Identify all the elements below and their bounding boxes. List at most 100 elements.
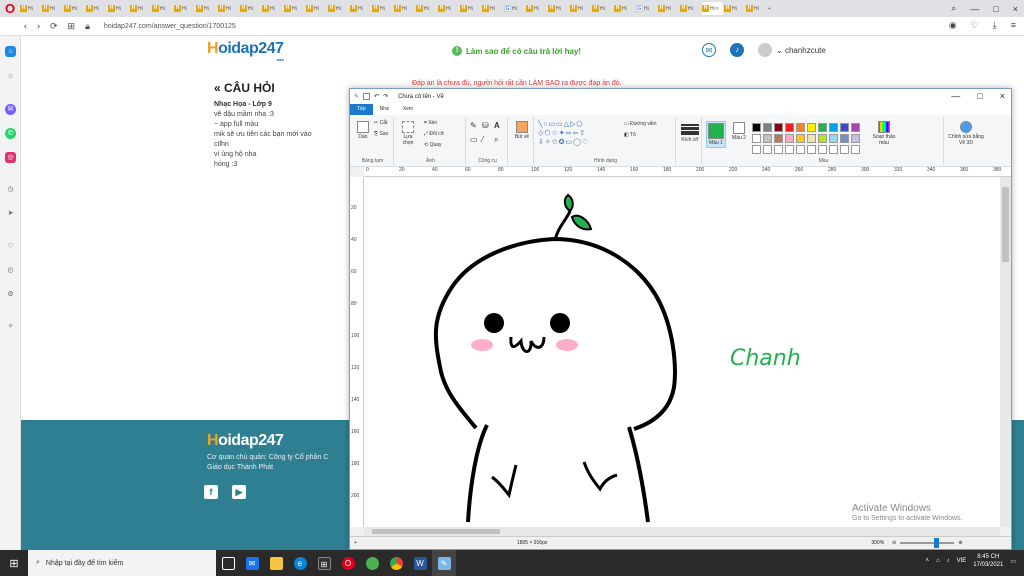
store-icon[interactable]: ⊞ — [312, 550, 336, 576]
empty-color-swatch[interactable] — [763, 145, 772, 154]
username[interactable]: ⌄ chanhzcute — [776, 46, 826, 55]
paste-button[interactable]: Dán — [356, 121, 370, 140]
color-swatch[interactable] — [785, 134, 794, 143]
send-icon[interactable]: ➤ — [5, 208, 16, 219]
zoom-out-icon[interactable]: ⊖ — [892, 540, 896, 546]
browser-tab[interactable]: G Hi — [636, 2, 657, 15]
bell-icon[interactable]: ♪ — [730, 43, 744, 57]
color-swatch[interactable] — [796, 134, 805, 143]
color-swatch[interactable] — [829, 134, 838, 143]
browser-tab[interactable]: H Hi — [108, 2, 129, 15]
browser-tab-active[interactable]: H Hi × — [702, 2, 723, 15]
coccoc-icon[interactable] — [360, 550, 384, 576]
browser-tab[interactable]: H Hi — [482, 2, 503, 15]
fill-bucket-icon[interactable]: ⛁ — [482, 121, 489, 130]
chat-icon[interactable]: ✉ — [702, 43, 716, 57]
empty-color-swatch[interactable] — [796, 145, 805, 154]
settings-icon[interactable]: ⚙ — [5, 289, 16, 300]
edge-icon[interactable]: e — [288, 550, 312, 576]
browser-tab[interactable]: H Hi — [372, 2, 393, 15]
zoom-slider-thumb[interactable] — [934, 538, 940, 548]
color-swatch[interactable] — [851, 123, 860, 132]
rotate-button[interactable]: ⟲ Quay — [424, 142, 442, 148]
close-button[interactable]: × — [1013, 4, 1018, 14]
heart-icon[interactable]: ♡ — [5, 241, 16, 252]
empty-color-swatch[interactable] — [774, 145, 783, 154]
brush-button[interactable]: Bút vẽ — [514, 121, 530, 140]
color-swatch[interactable] — [807, 134, 816, 143]
color-swatch[interactable] — [774, 123, 783, 132]
color-swatch[interactable] — [752, 134, 761, 143]
tab-home[interactable]: Nhà — [373, 104, 396, 115]
resize-button[interactable]: ⤢ Đổi cỡ — [424, 131, 444, 137]
picker-icon[interactable]: ⁄ — [482, 135, 483, 144]
zoom-in-icon[interactable]: ⊕ — [958, 540, 962, 546]
color-swatch[interactable] — [774, 134, 783, 143]
browser-tab[interactable]: H Hi — [548, 2, 569, 15]
browser-tab[interactable]: H Hi — [350, 2, 371, 15]
outline-button[interactable]: ▭ Đường viền — [624, 121, 657, 127]
heart-icon[interactable]: ♡ — [971, 20, 979, 31]
browser-tab[interactable]: H Hi — [328, 2, 349, 15]
new-tab-button[interactable]: + — [768, 2, 789, 15]
opera-icon[interactable]: O — [336, 550, 360, 576]
color-swatch[interactable] — [807, 123, 816, 132]
browser-tab[interactable]: H Hi — [64, 2, 85, 15]
copy-button[interactable]: ⎘ Sao — [374, 131, 388, 137]
browser-tab[interactable]: H Hi — [592, 2, 613, 15]
browser-tab[interactable]: H Hi — [438, 2, 459, 15]
forward-button[interactable]: › — [37, 21, 40, 31]
zoom-slider[interactable] — [900, 538, 955, 548]
browser-tab[interactable]: H Hi — [746, 2, 767, 15]
browser-tab[interactable]: H Hi — [174, 2, 195, 15]
save-icon[interactable] — [363, 93, 371, 100]
empty-color-swatch[interactable] — [785, 145, 794, 154]
chevron-up-icon[interactable]: ˄ — [925, 558, 929, 564]
shapes-gallery[interactable]: ╲○▭▭△▷⬠ ◇⬡☆✦⇨⇦⇧ ⇩✧✩✪▭◯♡ — [538, 120, 622, 150]
reload-button[interactable]: ⟳ — [50, 21, 58, 32]
paint-taskbar-icon[interactable]: ✎ — [432, 550, 456, 576]
fill-button[interactable]: ◧ Tô — [624, 132, 636, 138]
minimize-button[interactable]: — — [970, 4, 979, 14]
notification-icon[interactable]: ▭ — [1010, 558, 1016, 565]
browser-tab[interactable]: H Hi — [86, 2, 107, 15]
mail-icon[interactable]: ✉ — [240, 550, 264, 576]
tab-view[interactable]: Xem — [396, 104, 420, 115]
answer-hint[interactable]: ! Làm sao để có câu trả lời hay! — [452, 46, 581, 56]
color-swatch[interactable] — [752, 123, 761, 132]
browser-tab[interactable]: G Hi — [504, 2, 525, 15]
url-field[interactable]: hoidap247.com/answer_question/1700125 — [104, 23, 236, 30]
home-icon[interactable]: ⌂ — [5, 46, 16, 57]
footer-logo[interactable]: Hoidap247 .com — [207, 432, 284, 454]
whatsapp-icon[interactable]: ✆ — [5, 128, 16, 139]
taskbar-search[interactable]: ⌕ Nhập tại đây để tìm kiếm — [28, 550, 216, 576]
crop-button[interactable]: ⌗ Xén — [424, 120, 437, 126]
menu-icon[interactable]: ≡ — [1011, 20, 1016, 31]
browser-tab[interactable]: H Hi — [42, 2, 63, 15]
select-button[interactable]: Lựa chọn — [400, 121, 416, 146]
volume-icon[interactable]: ♪ — [947, 558, 950, 564]
chrome-icon[interactable] — [384, 550, 408, 576]
task-view-icon[interactable] — [216, 550, 240, 576]
maximize-button[interactable]: □ — [993, 4, 998, 14]
drawing-canvas[interactable]: Chanh — [364, 177, 1000, 527]
browser-tab[interactable]: H Hi — [460, 2, 481, 15]
windows-start-icon[interactable]: ⊞ — [0, 550, 28, 576]
empty-color-swatch[interactable] — [752, 145, 761, 154]
redo-icon[interactable]: ↷ — [383, 93, 388, 100]
size-button[interactable]: Kích cỡ — [681, 123, 699, 143]
site-logo[interactable]: Hoidap247 .com — [207, 40, 284, 62]
paint-close-button[interactable]: × — [1000, 89, 1005, 104]
text-tool-icon[interactable]: A — [494, 121, 500, 130]
back-button[interactable]: ‹ — [24, 21, 27, 31]
facebook-icon[interactable]: f — [204, 485, 218, 499]
youtube-icon[interactable]: ▶ — [232, 485, 246, 499]
color-swatch[interactable] — [818, 134, 827, 143]
star-icon[interactable]: ☆ — [5, 71, 16, 82]
browser-tab[interactable]: H Hi — [262, 2, 283, 15]
color-swatch[interactable] — [763, 134, 772, 143]
browser-tab[interactable]: H Hi — [526, 2, 547, 15]
color-swatch[interactable] — [796, 123, 805, 132]
browser-tab[interactable]: H Hi — [680, 2, 701, 15]
undo-icon[interactable]: ↶ — [374, 93, 379, 100]
